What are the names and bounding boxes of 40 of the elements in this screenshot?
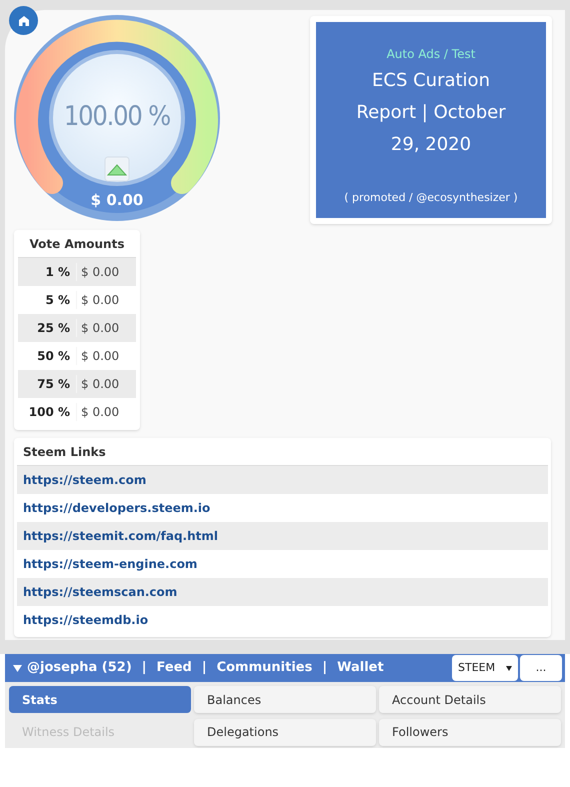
- vote-value: $ 0.00: [90, 193, 144, 208]
- vote-percent: 100.00 %: [62, 103, 172, 130]
- percent-cell-text: 50 %: [36, 348, 71, 365]
- more-button[interactable]: ...: [520, 655, 562, 681]
- percent-cell-text: 75 %: [36, 376, 71, 393]
- tab[interactable]: Delegations: [194, 718, 376, 746]
- separator: |: [322, 659, 328, 678]
- link[interactable]: https://steem.com: [23, 471, 146, 489]
- amount-cell: $ 0.00: [76, 319, 120, 337]
- nav-link[interactable]: Communities: [216, 658, 312, 678]
- home-button[interactable]: [9, 6, 38, 35]
- link[interactable]: https://steemscan.com: [23, 583, 178, 601]
- tab[interactable]: Stats: [9, 686, 191, 713]
- amount-cell: $ 0.00: [76, 375, 120, 393]
- link[interactable]: https://steem-engine.com: [23, 555, 198, 573]
- user-link[interactable]: @josepha (52): [27, 658, 132, 678]
- amount-cell: $ 0.00: [76, 291, 120, 309]
- currency-dropdown[interactable]: STEEM: [452, 655, 518, 681]
- separator: |: [142, 659, 147, 678]
- separator: |: [202, 659, 207, 678]
- tab[interactable]: Account Details: [379, 686, 561, 713]
- percent-cell-text: 25 %: [36, 320, 71, 337]
- amount-cell: $ 0.00: [76, 347, 120, 365]
- amount-cell: $ 0.00: [76, 263, 120, 281]
- link[interactable]: https://developers.steem.io: [23, 499, 210, 517]
- ad-byline: ( promoted / @ecosynthesizer ): [344, 190, 518, 206]
- home-icon: [18, 14, 30, 26]
- tab[interactable]: Balances: [194, 686, 376, 713]
- percent-cell-text: 100 %: [28, 404, 71, 421]
- link[interactable]: https://steemdb.io: [23, 611, 148, 629]
- nav-link[interactable]: Feed: [156, 658, 192, 678]
- tab[interactable]: Followers: [379, 718, 561, 746]
- currency-label: STEEM: [458, 660, 496, 676]
- caret-icon: [13, 664, 22, 672]
- caret-icon: [506, 666, 512, 670]
- amount-cell: $ 0.00: [76, 403, 120, 421]
- ad-title[interactable]: ECS Curation Report | October 29, 2020: [344, 65, 518, 161]
- percent-cell-text: 1 %: [44, 264, 71, 281]
- nav-link[interactable]: Wallet: [337, 658, 384, 678]
- percent-cell-text: 5 %: [44, 292, 71, 309]
